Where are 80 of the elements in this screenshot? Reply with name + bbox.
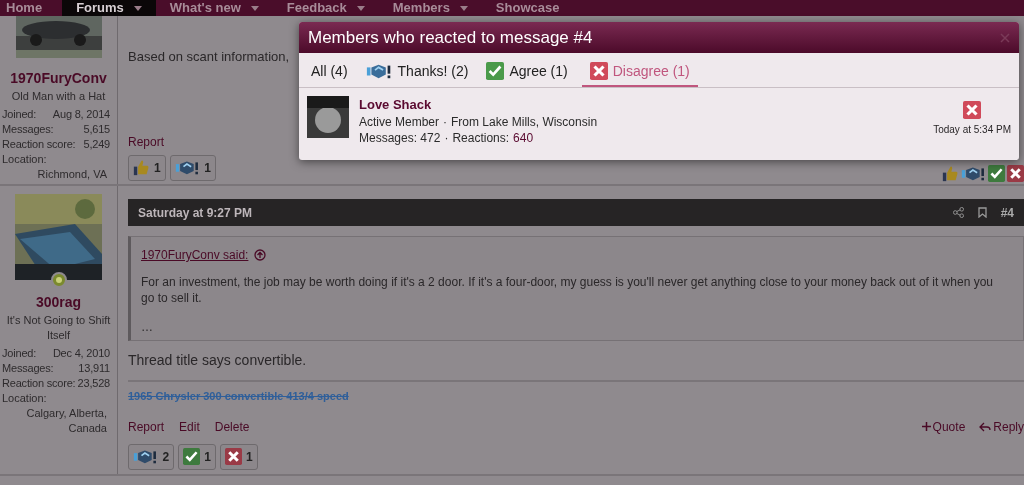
stat-value: 5,615 [83, 122, 110, 137]
cross-icon [1007, 165, 1024, 182]
nav-tab[interactable]: What's new [155, 0, 273, 16]
caret-icon [133, 5, 142, 11]
stat-value: Aug 8, 2014 [52, 107, 110, 122]
reaction-tab[interactable]: Thanks! (2) [361, 57, 473, 87]
reaction-button[interactable]: 1 [169, 154, 216, 181]
post-text: Thread title says convertible. [128, 350, 1024, 382]
reaction-button[interactable]: 1 [178, 443, 216, 470]
quote-more[interactable]: … [131, 306, 1023, 340]
stat-value: 13,911 [78, 361, 110, 376]
plus-icon [921, 422, 931, 431]
nav-tab[interactable]: Feedback [272, 0, 379, 16]
author-name[interactable]: 1970FuryConv [10, 68, 107, 89]
stat-label: Messages: [2, 361, 54, 376]
checkmark-icon [486, 62, 505, 80]
member-role: Active Member [359, 114, 440, 130]
stat-value: Calgary, Alberta, Canada [25, 406, 108, 436]
post-date[interactable]: Saturday at 9:27 PM [138, 203, 939, 222]
handshake-icon [133, 448, 159, 465]
member-reactions-label: Reactions: [452, 130, 510, 146]
handshake-icon [960, 165, 986, 182]
stat-label: Joined: [2, 346, 37, 361]
separator-dot: · [443, 114, 448, 130]
stat-value: Richmond, VA [36, 167, 108, 182]
member-location: From Lake Mills, Wisconsin [451, 114, 598, 130]
stat-label: Joined: [2, 107, 37, 122]
reaction-tab[interactable]: All (4) [307, 57, 352, 87]
thumbs-up-icon [941, 165, 959, 182]
share-icon[interactable] [952, 207, 964, 218]
quote-author-link[interactable]: 1970FuryConv said: [141, 246, 249, 264]
member-name[interactable]: Love Shack [359, 96, 934, 114]
separator-dot: · [444, 130, 449, 146]
stat-label: Location: [2, 391, 48, 406]
quote-text: For an investment, the job may be worth doing if it's a 2 door. If it's a four-door, my guess is you'll never get anything close to your money back out of it when you go to sell it. [140, 274, 994, 306]
reply-button[interactable]: Reply [979, 417, 1024, 436]
caret-icon [250, 5, 259, 11]
post-action-link[interactable]: Report [128, 417, 165, 436]
reply-arrow-icon [979, 421, 992, 432]
reaction-button[interactable]: 1 [128, 154, 166, 181]
checkmark-icon [183, 448, 201, 465]
reaction-button[interactable]: 1 [219, 443, 258, 470]
cross-icon [224, 448, 242, 465]
reaction-tab[interactable]: Agree (1) [482, 57, 572, 87]
post-action-link[interactable]: Edit [179, 417, 200, 436]
nav-tab[interactable]: Home [0, 0, 63, 16]
bookmark-icon[interactable] [977, 207, 987, 218]
dialog-title: Members who reacted to message #4 [308, 26, 594, 49]
stat-value: 5,249 [83, 137, 110, 152]
caret-icon [459, 5, 468, 11]
post-text: Based on scant information, [128, 48, 291, 66]
nav-tab[interactable]: Members [378, 0, 482, 16]
stat-label: Location: [2, 152, 48, 167]
stat-value: Dec 4, 2010 [52, 346, 110, 361]
handshake-icon [174, 159, 201, 176]
author-title: It's Not Going to Shift Itself [5, 313, 112, 343]
post-action-link[interactable]: Delete [214, 417, 250, 436]
author-title: Old Man with a Hat [10, 89, 107, 104]
thumbs-up-icon [133, 159, 150, 176]
nav-tab[interactable]: Forums [62, 0, 156, 16]
quote-button[interactable]: Quote [921, 417, 966, 436]
arrow-up-icon[interactable] [254, 249, 267, 261]
cross-icon [963, 101, 982, 119]
stat-label: Reaction score: [2, 376, 76, 391]
author-name[interactable]: 300rag [35, 292, 82, 313]
handshake-icon [365, 62, 393, 80]
caret-icon [356, 5, 365, 11]
post-number[interactable]: #4 [1000, 203, 1014, 222]
stat-value: 23,528 [77, 376, 110, 391]
nav-tab[interactable]: Showcase [481, 0, 574, 16]
checkmark-icon [988, 165, 1005, 182]
member-reactions-count: 640 [513, 130, 534, 146]
cross-icon [589, 62, 608, 80]
stat-label: Reaction score: [2, 137, 76, 152]
avatar[interactable] [307, 96, 349, 138]
stat-label: Messages: [2, 122, 54, 137]
reaction-time: Today at 5:34 PM [933, 123, 1011, 137]
member-messages: Messages: 472 [359, 130, 441, 146]
reaction-tab[interactable]: Disagree (1) [581, 57, 698, 87]
reaction-button[interactable]: 2 [128, 443, 175, 470]
